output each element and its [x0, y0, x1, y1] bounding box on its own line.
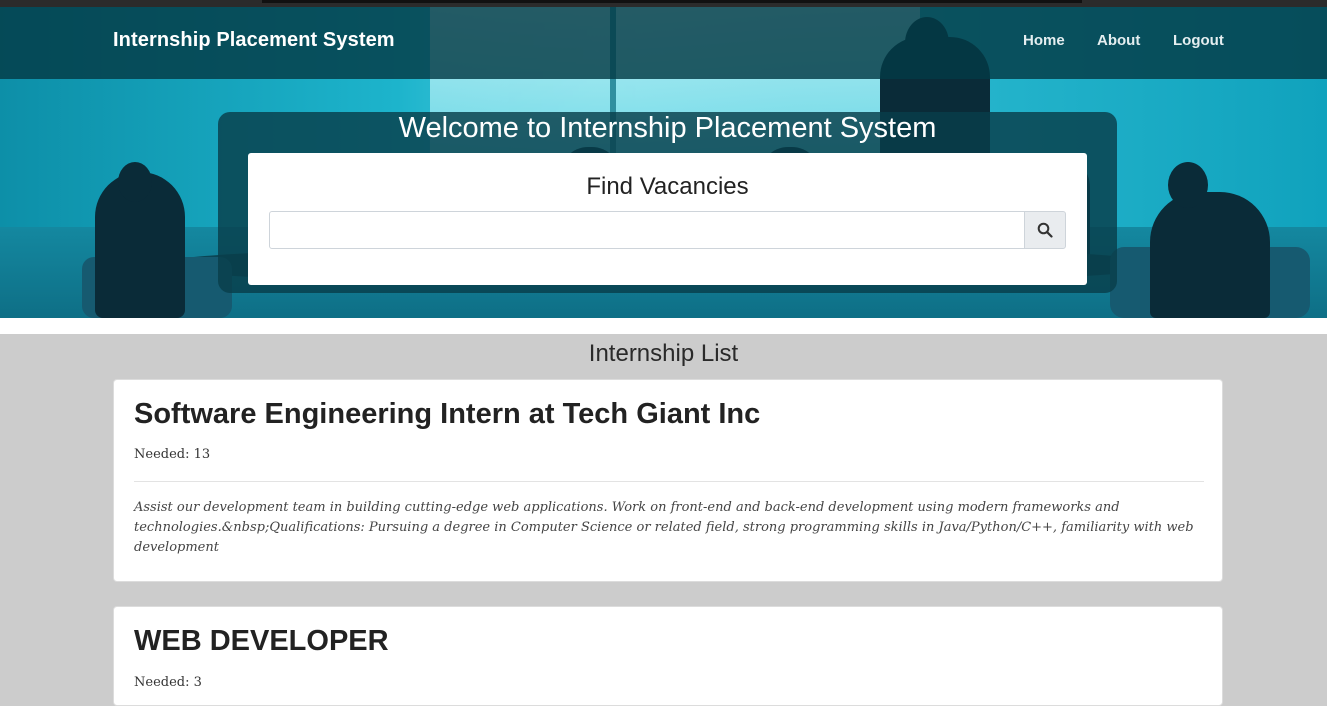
nav-about-link[interactable]: About — [1097, 32, 1140, 49]
nav-home-link[interactable]: Home — [1023, 32, 1065, 49]
top-strip — [0, 0, 1327, 7]
internship-card[interactable]: Software Engineering Intern at Tech Gian… — [113, 379, 1223, 582]
search-input[interactable] — [269, 211, 1025, 249]
search-icon — [1037, 222, 1053, 238]
needed-count: Needed: 3 — [134, 675, 202, 690]
internship-description: Assist our development team in building … — [134, 500, 1194, 555]
brand-link[interactable]: Internship Placement System — [113, 29, 395, 52]
welcome-heading: Welcome to Internship Placement System — [398, 112, 937, 144]
nav-logout-link[interactable]: Logout — [1173, 32, 1224, 49]
navbar: Internship Placement System Home About L… — [0, 7, 1327, 79]
internship-list-heading: Internship List — [588, 340, 739, 367]
search-card: Find Vacancies — [248, 153, 1087, 285]
needed-count: Needed: 13 — [134, 447, 211, 462]
card-divider — [134, 481, 1204, 482]
search-button[interactable] — [1024, 211, 1066, 249]
internship-card[interactable]: WEB DEVELOPER Needed: 3 — [113, 606, 1223, 706]
internship-title[interactable]: WEB DEVELOPER — [134, 625, 389, 658]
section-divider — [0, 318, 1327, 334]
person-head-silhouette — [118, 162, 152, 202]
top-strip-inner — [262, 0, 1082, 3]
seated-person-silhouette — [1150, 192, 1270, 318]
find-vacancies-heading: Find Vacancies — [586, 173, 749, 200]
person-head-silhouette — [1168, 162, 1208, 208]
internship-title[interactable]: Software Engineering Intern at Tech Gian… — [134, 398, 760, 431]
